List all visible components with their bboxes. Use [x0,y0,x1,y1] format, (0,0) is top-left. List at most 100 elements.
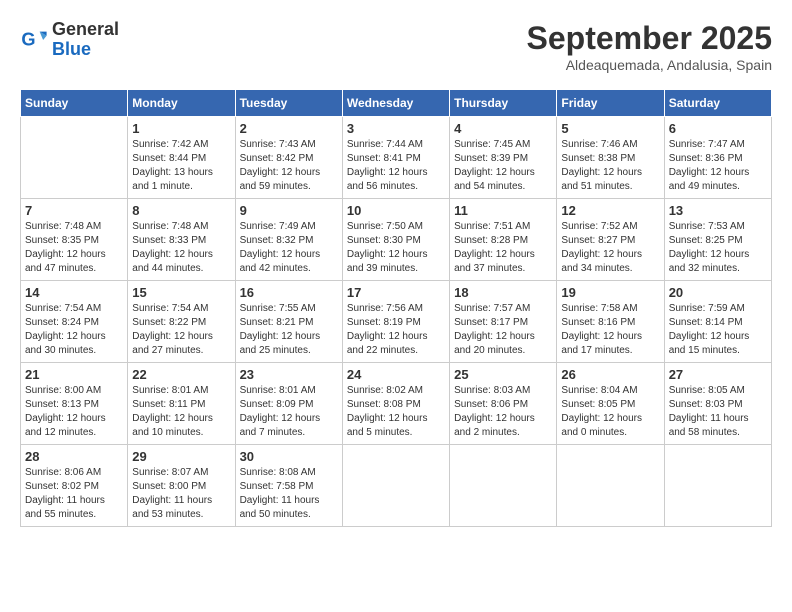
calendar-cell: 6 Sunrise: 7:47 AM Sunset: 8:36 PM Daylig… [664,117,771,199]
month-title: September 2025 [527,20,772,57]
calendar-cell: 21 Sunrise: 8:00 AM Sunset: 8:13 PM Dayli… [21,363,128,445]
day-info: Sunrise: 7:53 AM Sunset: 8:25 PM Dayligh… [669,220,767,276]
day-info: Sunrise: 7:59 AM Sunset: 8:14 PM Dayligh… [669,302,767,358]
weekday-header: Wednesday [342,90,449,117]
svg-text:G: G [21,29,35,49]
title-block: September 2025 Aldeaquemada, Andalusia, … [527,20,772,73]
day-number: 22 [132,367,230,382]
day-number: 1 [132,121,230,136]
weekday-header: Thursday [450,90,557,117]
logo: G General Blue [20,20,119,60]
calendar-week-row: 14Sunrise: 7:54 AM Sunset: 8:24 PM Dayli… [21,281,772,363]
page-header: G General Blue September 2025 Aldeaquema… [20,20,772,73]
day-number: 15 [132,285,230,300]
calendar-cell: 29 Sunrise: 8:07 AM Sunset: 8:00 PM Dayli… [128,445,235,527]
day-number: 6 [669,121,767,136]
day-number: 13 [669,203,767,218]
day-info: Sunrise: 8:06 AM Sunset: 8:02 PM Dayligh… [25,466,123,522]
calendar-week-row: 21 Sunrise: 8:00 AM Sunset: 8:13 PM Dayli… [21,363,772,445]
day-number: 24 [347,367,445,382]
day-number: 14 [25,285,123,300]
calendar-cell: 1 Sunrise: 7:42 AM Sunset: 8:44 PM Daylig… [128,117,235,199]
day-info: Sunrise: 7:48 AM Sunset: 8:33 PM Dayligh… [132,220,230,276]
day-info: Sunrise: 7:48 AM Sunset: 8:35 PM Dayligh… [25,220,123,276]
day-info: Sunrise: 8:04 AM Sunset: 8:05 PM Dayligh… [561,384,659,440]
day-info: Sunrise: 8:02 AM Sunset: 8:08 PM Dayligh… [347,384,445,440]
day-number: 26 [561,367,659,382]
calendar-cell [21,117,128,199]
day-info: Sunrise: 7:51 AM Sunset: 8:28 PM Dayligh… [454,220,552,276]
calendar-cell: 26 Sunrise: 8:04 AM Sunset: 8:05 PM Dayli… [557,363,664,445]
day-info: Sunrise: 7:50 AM Sunset: 8:30 PM Dayligh… [347,220,445,276]
day-info: Sunrise: 7:49 AM Sunset: 8:32 PM Dayligh… [240,220,338,276]
calendar-cell: 23 Sunrise: 8:01 AM Sunset: 8:09 PM Dayli… [235,363,342,445]
calendar-cell: 5Sunrise: 7:46 AM Sunset: 8:38 PM Daylig… [557,117,664,199]
calendar-week-row: 28Sunrise: 8:06 AM Sunset: 8:02 PM Dayli… [21,445,772,527]
calendar-cell: 12 Sunrise: 7:52 AM Sunset: 8:27 PM Dayli… [557,199,664,281]
calendar-cell: 28Sunrise: 8:06 AM Sunset: 8:02 PM Dayli… [21,445,128,527]
day-number: 12 [561,203,659,218]
day-number: 23 [240,367,338,382]
calendar-cell: 24 Sunrise: 8:02 AM Sunset: 8:08 PM Dayli… [342,363,449,445]
day-info: Sunrise: 7:45 AM Sunset: 8:39 PM Dayligh… [454,138,552,194]
logo-text: General Blue [52,20,119,60]
calendar-cell: 25Sunrise: 8:03 AM Sunset: 8:06 PM Dayli… [450,363,557,445]
day-number: 18 [454,285,552,300]
calendar-cell: 19 Sunrise: 7:58 AM Sunset: 8:16 PM Dayli… [557,281,664,363]
calendar-cell [342,445,449,527]
weekday-header: Saturday [664,90,771,117]
day-info: Sunrise: 8:05 AM Sunset: 8:03 PM Dayligh… [669,384,767,440]
logo-blue: Blue [52,40,119,60]
calendar-cell: 30 Sunrise: 8:08 AM Sunset: 7:58 PM Dayli… [235,445,342,527]
calendar-cell: 14Sunrise: 7:54 AM Sunset: 8:24 PM Dayli… [21,281,128,363]
day-number: 2 [240,121,338,136]
calendar-cell: 11Sunrise: 7:51 AM Sunset: 8:28 PM Dayli… [450,199,557,281]
day-number: 30 [240,449,338,464]
day-number: 3 [347,121,445,136]
calendar: SundayMondayTuesdayWednesdayThursdayFrid… [20,89,772,527]
weekday-header: Monday [128,90,235,117]
calendar-cell: 20 Sunrise: 7:59 AM Sunset: 8:14 PM Dayli… [664,281,771,363]
day-number: 9 [240,203,338,218]
day-info: Sunrise: 7:44 AM Sunset: 8:41 PM Dayligh… [347,138,445,194]
calendar-cell [557,445,664,527]
calendar-cell: 22Sunrise: 8:01 AM Sunset: 8:11 PM Dayli… [128,363,235,445]
day-number: 27 [669,367,767,382]
day-info: Sunrise: 8:01 AM Sunset: 8:09 PM Dayligh… [240,384,338,440]
weekday-header: Tuesday [235,90,342,117]
day-number: 10 [347,203,445,218]
weekday-header: Friday [557,90,664,117]
day-info: Sunrise: 7:55 AM Sunset: 8:21 PM Dayligh… [240,302,338,358]
day-info: Sunrise: 7:47 AM Sunset: 8:36 PM Dayligh… [669,138,767,194]
calendar-cell: 18 Sunrise: 7:57 AM Sunset: 8:17 PM Dayli… [450,281,557,363]
logo-icon: G [20,26,48,54]
calendar-cell: 13 Sunrise: 7:53 AM Sunset: 8:25 PM Dayli… [664,199,771,281]
calendar-cell [664,445,771,527]
day-info: Sunrise: 7:54 AM Sunset: 8:22 PM Dayligh… [132,302,230,358]
day-info: Sunrise: 8:08 AM Sunset: 7:58 PM Dayligh… [240,466,338,522]
day-info: Sunrise: 7:42 AM Sunset: 8:44 PM Dayligh… [132,138,230,194]
calendar-cell: 15 Sunrise: 7:54 AM Sunset: 8:22 PM Dayli… [128,281,235,363]
calendar-cell: 16Sunrise: 7:55 AM Sunset: 8:21 PM Dayli… [235,281,342,363]
day-number: 20 [669,285,767,300]
day-number: 19 [561,285,659,300]
calendar-cell: 10 Sunrise: 7:50 AM Sunset: 8:30 PM Dayli… [342,199,449,281]
day-info: Sunrise: 8:00 AM Sunset: 8:13 PM Dayligh… [25,384,123,440]
calendar-cell: 17 Sunrise: 7:56 AM Sunset: 8:19 PM Dayli… [342,281,449,363]
day-number: 29 [132,449,230,464]
location: Aldeaquemada, Andalusia, Spain [527,57,772,73]
day-number: 17 [347,285,445,300]
day-info: Sunrise: 7:58 AM Sunset: 8:16 PM Dayligh… [561,302,659,358]
day-info: Sunrise: 7:52 AM Sunset: 8:27 PM Dayligh… [561,220,659,276]
day-info: Sunrise: 7:43 AM Sunset: 8:42 PM Dayligh… [240,138,338,194]
calendar-cell [450,445,557,527]
day-info: Sunrise: 7:46 AM Sunset: 8:38 PM Dayligh… [561,138,659,194]
calendar-week-row: 1 Sunrise: 7:42 AM Sunset: 8:44 PM Daylig… [21,117,772,199]
day-info: Sunrise: 8:07 AM Sunset: 8:00 PM Dayligh… [132,466,230,522]
day-number: 21 [25,367,123,382]
calendar-cell: 9 Sunrise: 7:49 AM Sunset: 8:32 PM Daylig… [235,199,342,281]
calendar-cell: 8Sunrise: 7:48 AM Sunset: 8:33 PM Daylig… [128,199,235,281]
day-info: Sunrise: 7:57 AM Sunset: 8:17 PM Dayligh… [454,302,552,358]
calendar-cell: 2 Sunrise: 7:43 AM Sunset: 8:42 PM Daylig… [235,117,342,199]
day-info: Sunrise: 7:56 AM Sunset: 8:19 PM Dayligh… [347,302,445,358]
